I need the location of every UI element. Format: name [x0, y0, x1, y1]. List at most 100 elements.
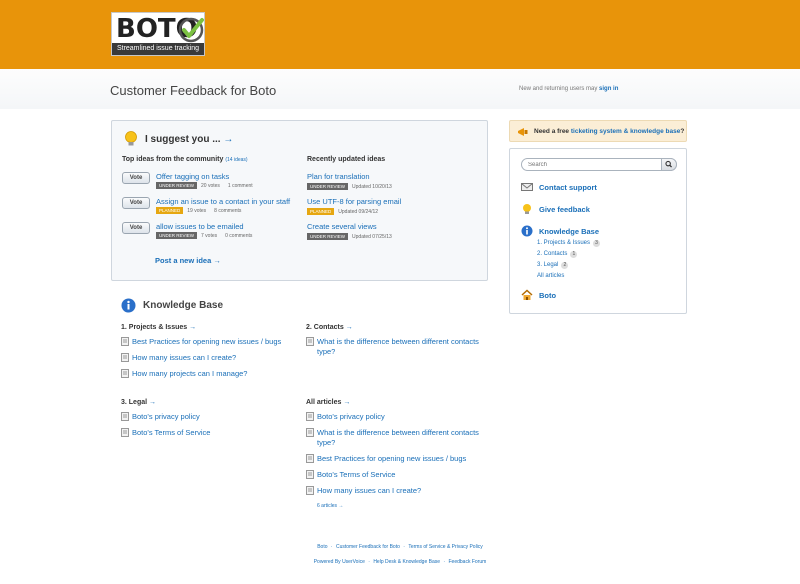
vote-count: 20 votes [201, 183, 220, 189]
comment-count: 0 comments [225, 233, 253, 239]
sidebar-kb-item[interactable]: 3. Legal 2 [537, 262, 569, 269]
suggest-arrow: → [223, 133, 234, 145]
lightbulb-icon [125, 131, 137, 146]
knowledge-base-link[interactable]: Knowledge Base [521, 225, 599, 237]
kb-section-title[interactable]: 3. Legal → [121, 399, 296, 406]
page-title: Customer Feedback for Boto [110, 83, 277, 98]
sidebar-kb-label: 3. Legal [537, 262, 559, 268]
kb-section-title[interactable]: All articles → [306, 399, 486, 406]
recent-idea: Use UTF-8 for parsing email PLANNED Updat… [307, 197, 401, 215]
footer-link-forum[interactable]: Feedback Forum [448, 559, 486, 565]
kb-article-title: What is the difference between different… [317, 428, 479, 447]
more-articles-link[interactable]: 6 articles → [317, 503, 343, 509]
idea-meta: UNDER REVIEW 7 votes 0 comments [156, 232, 252, 239]
top-ideas-count[interactable]: (14 ideas) [225, 157, 247, 163]
suggest-title-text: I suggest you ... [145, 133, 221, 145]
search-button[interactable] [661, 158, 677, 171]
footer-links-secondary: Powered By UserVoice · Help Desk & Knowl… [313, 559, 487, 565]
home-link[interactable]: Boto [521, 289, 556, 301]
footer-links-primary: Boto · Customer Feedback for Boto · Term… [317, 544, 483, 550]
kb-section-label: All articles [306, 399, 342, 406]
boto-logo[interactable]: BOTO Streamlined issue tracking [111, 12, 205, 56]
sidebar-panel: Contact support Give feedback Knowledge … [509, 148, 687, 314]
arrow-icon: → [345, 324, 353, 331]
kb-article-title: How many issues can I create? [317, 486, 422, 495]
status-badge: PLANNED [156, 207, 184, 214]
document-icon [121, 412, 129, 421]
arrow-icon: → [189, 324, 197, 331]
suggest-panel: I suggest you ... → Top ideas from the c… [111, 120, 488, 281]
kb-article[interactable]: How many issues can I create? [121, 353, 296, 363]
count-badge: 2 [561, 262, 569, 269]
promo-text: Need a free ticketing system & knowledge… [534, 128, 684, 135]
sidebar-kb-label: 1. Projects & Issues [537, 240, 591, 246]
status-badge: UNDER REVIEW [307, 233, 349, 240]
recent-idea-title[interactable]: Use UTF-8 for parsing email [307, 197, 401, 206]
recent-idea-meta: PLANNED Updated 09/24/12 [307, 208, 401, 215]
vote-button[interactable]: Vote [122, 172, 150, 184]
idea-title[interactable]: Offer tagging on tasks [156, 172, 229, 181]
arrow-icon: → [149, 399, 157, 406]
give-feedback-link[interactable]: Give feedback [521, 203, 590, 215]
status-badge: UNDER REVIEW [156, 182, 198, 189]
document-icon [121, 337, 129, 346]
recent-ideas-heading: Recently updated ideas [307, 156, 386, 163]
footer-link-terms[interactable]: Terms of Service & Privacy Policy [408, 544, 482, 550]
vote-count: 19 votes [187, 208, 207, 214]
lightbulb-icon [523, 204, 531, 214]
search-input[interactable] [528, 160, 658, 170]
kb-article[interactable]: Boto's Terms of Service [306, 470, 486, 480]
arrow-icon: → [343, 399, 351, 406]
vote-button[interactable]: Vote [122, 197, 150, 209]
suggest-title[interactable]: I suggest you ... → [145, 134, 233, 145]
comment-count: 8 comments [214, 208, 242, 214]
site-header: BOTO Streamlined issue tracking [0, 0, 800, 69]
signin-prefix: New and returning users may [519, 86, 598, 92]
kb-header: Knowledge Base [121, 298, 223, 313]
footer-link-feedback[interactable]: Customer Feedback for Boto [336, 544, 400, 550]
kb-article[interactable]: Best Practices for opening new issues / … [121, 337, 296, 347]
comment-count: 1 comment [227, 183, 253, 189]
logo-tagline: Streamlined issue tracking [112, 43, 204, 55]
recent-idea: Create several views UNDER REVIEW Updated… [307, 222, 392, 240]
footer-link-uservoice[interactable]: Powered By UserVoice [314, 559, 365, 565]
kb-article[interactable]: Boto's privacy policy [121, 412, 296, 422]
kb-section: 3. Legal → Boto's privacy policy Boto's … [121, 399, 296, 444]
idea-title[interactable]: allow issues to be emailed [156, 222, 244, 231]
document-icon [306, 470, 314, 479]
kb-article[interactable]: How many projects can I manage? [121, 369, 296, 379]
kb-article[interactable]: Best Practices for opening new issues / … [306, 454, 486, 464]
kb-section: 2. Contacts → What is the difference bet… [306, 324, 486, 363]
vote-button[interactable]: Vote [122, 222, 150, 234]
kb-article-title: How many issues can I create? [132, 353, 237, 362]
signin-link[interactable]: sign in [599, 86, 618, 92]
contact-support-link[interactable]: Contact support [521, 181, 597, 193]
footer-link-helpdesk[interactable]: Help Desk & Knowledge Base [373, 559, 440, 565]
recent-idea-title[interactable]: Plan for translation [307, 172, 370, 181]
sidebar-all-articles[interactable]: All articles [537, 273, 564, 279]
kb-section-label: 3. Legal [121, 399, 148, 406]
kb-section-label: 2. Contacts [306, 324, 344, 331]
kb-article[interactable]: Boto's Terms of Service [121, 428, 296, 438]
kb-article-title: Best Practices for opening new issues / … [317, 454, 467, 463]
kb-article[interactable]: What is the difference between different… [306, 337, 486, 357]
footer-link-home[interactable]: Boto [317, 544, 327, 550]
kb-article[interactable]: What is the difference between different… [306, 428, 486, 448]
sidebar-kb-item[interactable]: 1. Projects & Issues 3 [537, 240, 601, 247]
idea-meta: UNDER REVIEW 20 votes 1 comment [156, 182, 253, 189]
knowledge-base-label: Knowledge Base [539, 226, 600, 236]
recent-idea-meta: UNDER REVIEW Updated 10/20/13 [307, 183, 392, 190]
recent-idea-title[interactable]: Create several views [307, 222, 377, 231]
kb-article[interactable]: Boto's privacy policy [306, 412, 486, 422]
search-icon [665, 160, 672, 168]
idea-title[interactable]: Assign an issue to a contact in your sta… [156, 197, 290, 206]
kb-section-title[interactable]: 2. Contacts → [306, 324, 486, 331]
promo-link[interactable]: ticketing system & knowledge base [571, 128, 680, 135]
kb-article[interactable]: How many issues can I create? [306, 486, 486, 496]
envelope-icon [521, 183, 533, 191]
kb-section-title[interactable]: 1. Projects & Issues → [121, 324, 296, 331]
post-idea-link[interactable]: Post a new idea → [155, 256, 221, 265]
kb-article-title: Boto's privacy policy [132, 412, 200, 421]
sidebar-kb-item[interactable]: 2. Contacts 1 [537, 251, 578, 258]
give-feedback-label: Give feedback [539, 204, 590, 214]
